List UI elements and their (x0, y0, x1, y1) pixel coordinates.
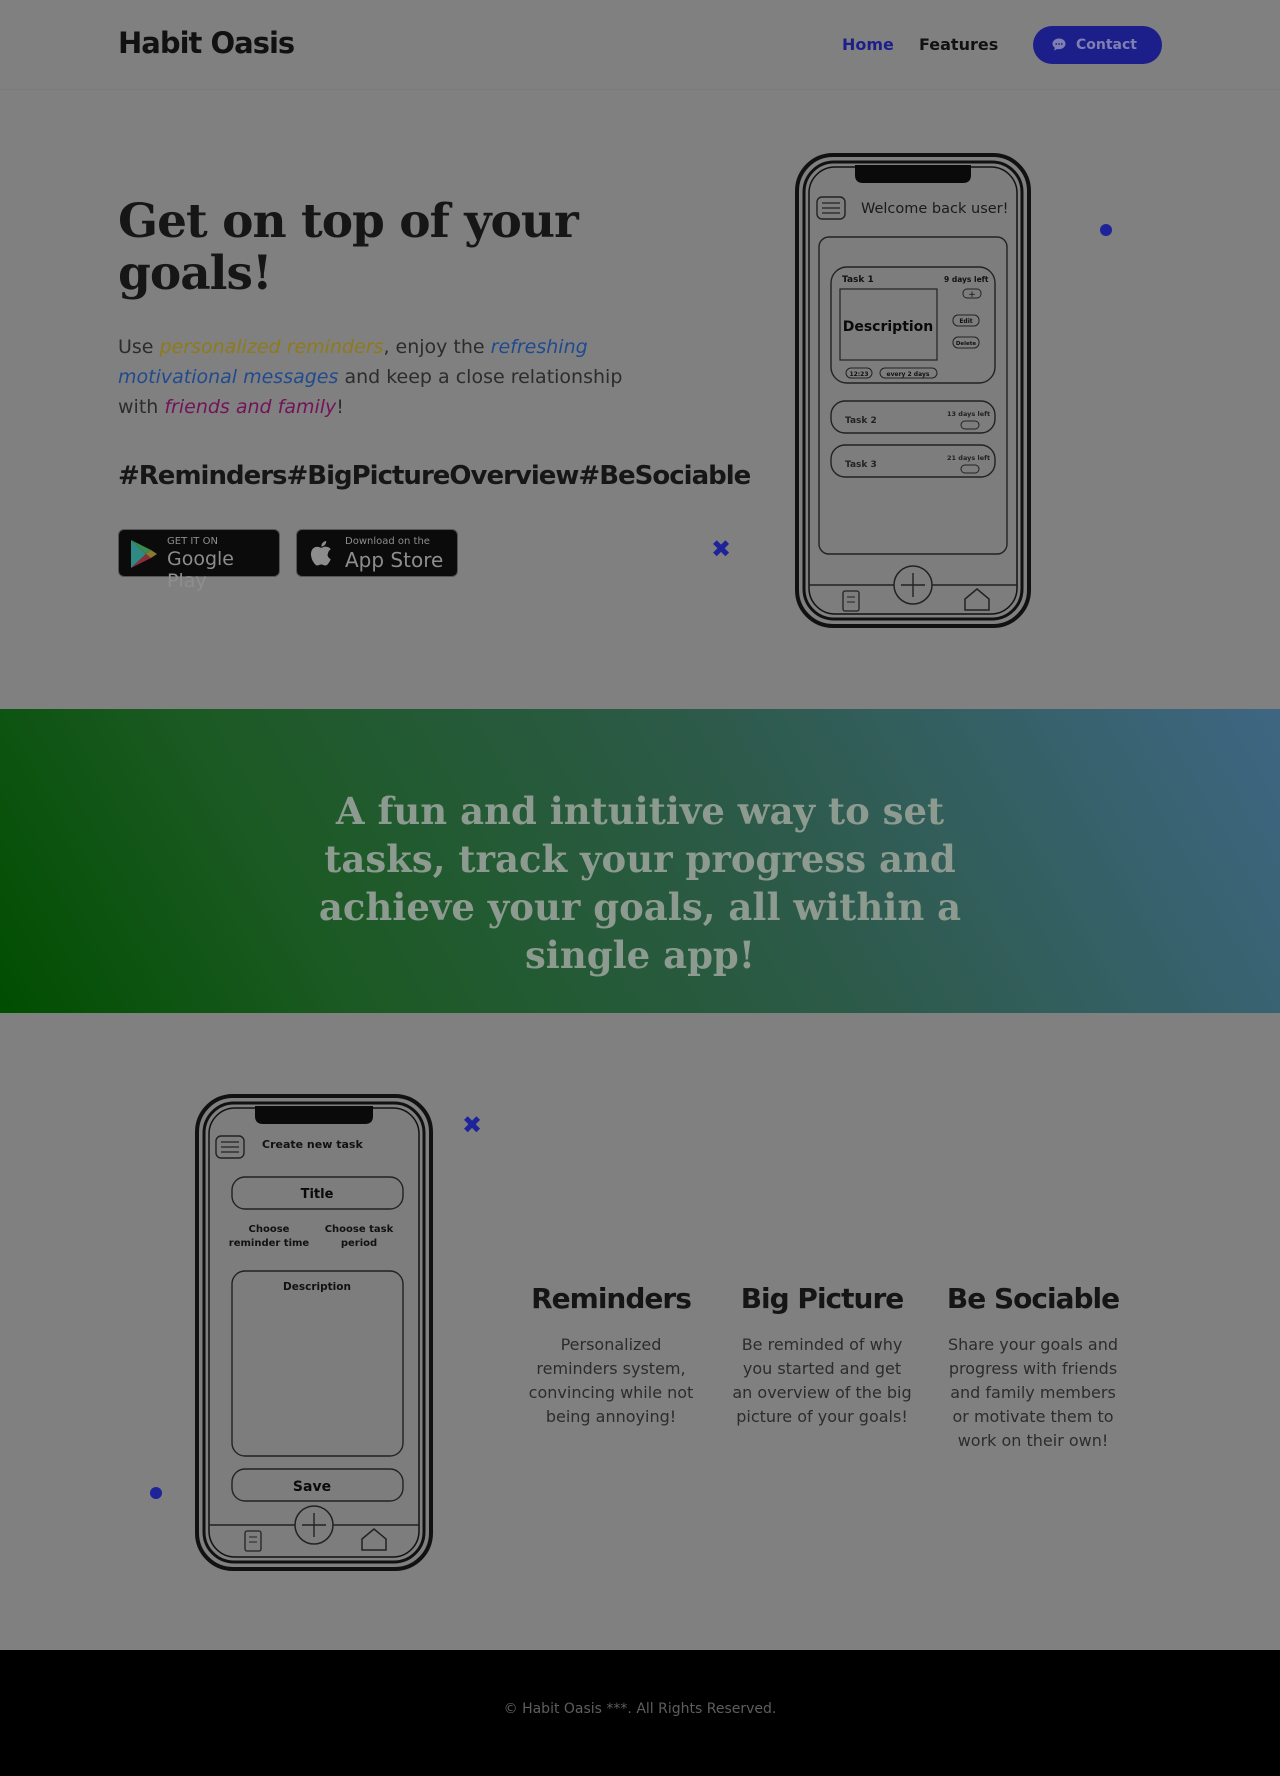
hero-description: Use personalized reminders, enjoy the re… (118, 332, 623, 422)
google-play-label: Google Play (167, 548, 235, 592)
task3-days: 21 days left (947, 454, 990, 462)
hero-title: Get on top of your goals! (118, 194, 579, 301)
svg-text:Choose: Choose (249, 1224, 290, 1235)
task1-description: Description (843, 319, 934, 335)
task1-days: 9 days left (944, 275, 989, 284)
task1-period: every 2 days (887, 371, 930, 378)
chat-bubble-icon (1052, 38, 1066, 51)
hashtags: #Reminders#BigPictureOverview#BeSociable (118, 461, 751, 491)
decorative-cross-icon: ✖ (711, 535, 732, 563)
phone-mockup-home: Welcome back user! Task 1 9 days left + … (795, 153, 1031, 628)
highlight-friends: friends and family (164, 396, 337, 418)
banner-tagline: A fun and intuitive way to set tasks, tr… (318, 789, 962, 977)
task1-edit: Edit (959, 318, 972, 325)
feature-title: Be Sociable (946, 1282, 1120, 1315)
tagline-banner: A fun and intuitive way to set tasks, tr… (0, 709, 1280, 1013)
apple-icon (310, 541, 331, 566)
task1-title: Task 1 (842, 275, 874, 285)
svg-text:period: period (341, 1238, 377, 1249)
site-logo[interactable]: Habit Oasis (118, 26, 295, 60)
highlight-reminders: personalized reminders (159, 336, 384, 358)
svg-text:+: + (968, 290, 976, 300)
task1-delete: Delete (956, 341, 977, 347)
app-store-small-text: Download on the (345, 536, 430, 547)
feature-title: Reminders (531, 1282, 692, 1315)
task3-title: Task 3 (845, 460, 877, 470)
feature-be-sociable: Be Sociable Share your goals and progres… (943, 1282, 1123, 1453)
site-header: Habit Oasis Home Features Contact (0, 0, 1280, 90)
hero-text-part: Use (118, 336, 160, 358)
svg-text:Choose task: Choose task (325, 1224, 394, 1235)
task2-days: 13 days left (947, 410, 990, 418)
feature-text: Personalized reminders system, convincin… (528, 1335, 694, 1426)
create-task-heading: Create new task (262, 1138, 363, 1151)
contact-label: Contact (1076, 37, 1137, 53)
task2-title: Task 2 (845, 416, 877, 426)
decorative-cross-icon: ✖ (462, 1111, 483, 1139)
feature-text: Share your goals and progress with frien… (947, 1335, 1119, 1450)
copyright-text: © Habit Oasis ***. All Rights Reserved. (503, 1701, 777, 1717)
nav-link-features[interactable]: Features (919, 35, 998, 54)
google-play-button[interactable]: GET IT ON Google Play (118, 529, 280, 592)
decorative-dot (150, 1487, 162, 1499)
hero-text-part: , enjoy the (383, 336, 491, 358)
nav-link-home[interactable]: Home (842, 35, 894, 54)
phone-mockup-create-task: Create new task Title Choose reminder ti… (195, 1094, 433, 1571)
description-field-label: Description (283, 1281, 351, 1293)
contact-button[interactable]: Contact (1033, 26, 1162, 64)
app-store-label: App Store (345, 548, 444, 572)
hero-text-part: ! (336, 396, 344, 418)
app-store-button[interactable]: Download on the App Store (296, 529, 458, 577)
decorative-dot (1100, 224, 1112, 236)
svg-text:reminder time: reminder time (229, 1238, 310, 1249)
google-play-small-text: GET IT ON (167, 536, 218, 547)
feature-title: Big Picture (740, 1282, 905, 1315)
site-footer: © Habit Oasis ***. All Rights Reserved. (0, 1650, 1280, 1776)
title-field-label: Title (301, 1187, 334, 1202)
feature-reminders: Reminders Personalized reminders system,… (521, 1282, 701, 1429)
welcome-text: Welcome back user! (861, 201, 1008, 217)
feature-big-picture: Big Picture Be reminded of why you start… (732, 1282, 912, 1429)
feature-text: Be reminded of why you started and get a… (732, 1335, 912, 1426)
task1-time: 12:23 (849, 371, 868, 378)
google-play-icon (131, 540, 157, 568)
save-label: Save (293, 1479, 331, 1495)
